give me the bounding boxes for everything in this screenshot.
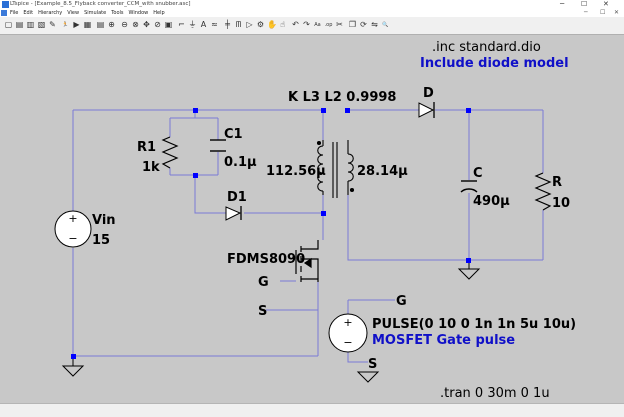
- toolbar: ▢ ▤ ▥ ▧ ✎ 🏃 ▶ ▦ ▤ ⊕ ⊖ ⊗ ✥ ⊘ ▣ ⌐ ⏚ A ≈ ╪ ᗰ ▷ ⚙ ✋ ☝ ↶ ↷ Aa .op ✂ ❐ ⟳ ⇋ 🔍: [0, 17, 624, 35]
- redo-icon[interactable]: ↷: [302, 20, 311, 30]
- save-icon[interactable]: ▤: [15, 20, 24, 30]
- pan-icon[interactable]: ✥: [142, 20, 151, 30]
- zoom-in-icon[interactable]: ⊕: [107, 20, 116, 30]
- diode-icon[interactable]: ▷: [245, 20, 254, 30]
- r-name: R: [552, 175, 562, 190]
- pulse-source-label: S: [368, 357, 377, 372]
- zoom-out-icon[interactable]: ⊖: [120, 20, 129, 30]
- resistor-icon[interactable]: ≈: [210, 20, 219, 30]
- component-icon[interactable]: ⚙: [256, 20, 265, 30]
- minimize-button[interactable]: ─: [560, 0, 564, 9]
- mosfet-gate-label: G: [258, 275, 269, 290]
- plot-settings-icon[interactable]: ▧: [37, 20, 46, 30]
- cascade-icon[interactable]: ▤: [96, 20, 105, 30]
- inductor-icon[interactable]: ᗰ: [234, 20, 243, 30]
- menu-view[interactable]: View: [67, 9, 79, 17]
- c-name: C: [473, 166, 483, 181]
- tile-icon[interactable]: ▦: [83, 20, 92, 30]
- menu-tools[interactable]: Tools: [111, 9, 123, 17]
- c-value: 490µ: [473, 194, 510, 209]
- app-icon: [2, 1, 9, 8]
- menu-window[interactable]: Window: [129, 9, 149, 17]
- menu-hierarchy[interactable]: Hierarchy: [38, 9, 62, 17]
- schematic-svg[interactable]: + − + − .inc standard.dio Include diode …: [0, 35, 624, 403]
- c1-value: 0.1µ: [224, 155, 257, 170]
- pulse-value: PULSE(0 10 0 1n 1n 5u 10u): [372, 317, 576, 332]
- window-title: LTspice - [Example_8.5_Flyback converter…: [10, 1, 191, 7]
- doc-maximize-button[interactable]: ☐: [600, 9, 605, 17]
- svg-text:+: +: [68, 212, 77, 225]
- voltage-source-vin[interactable]: + −: [54, 210, 92, 248]
- control-panel-icon[interactable]: ✎: [48, 20, 57, 30]
- menu-file[interactable]: File: [10, 9, 18, 17]
- diode-d1[interactable]: [225, 206, 242, 221]
- r1-name: R1: [137, 140, 156, 155]
- close-button[interactable]: ✕: [603, 0, 609, 9]
- directive-inc[interactable]: .inc standard.dio: [432, 40, 541, 55]
- wire-icon[interactable]: ⌐: [177, 20, 186, 30]
- d-name: D: [423, 86, 434, 101]
- schematic-canvas[interactable]: + − + − .inc standard.dio Include diode …: [0, 35, 624, 403]
- move-icon[interactable]: ✋: [267, 20, 277, 30]
- diode-d[interactable]: [418, 102, 435, 118]
- resistor-r[interactable]: [534, 172, 552, 211]
- pulse-gate-label: G: [396, 294, 407, 309]
- maximize-button[interactable]: ☐: [581, 0, 587, 9]
- spice-directive-icon[interactable]: .op: [324, 20, 333, 30]
- l-primary-value: 112.56µ: [266, 164, 326, 179]
- r1-value: 1k: [142, 160, 160, 175]
- delete-icon[interactable]: ✂: [335, 20, 344, 30]
- zoom-area-icon[interactable]: ⊘: [153, 20, 162, 30]
- coupling-directive[interactable]: K L3 L2 0.9998: [288, 90, 396, 105]
- d1-name: D1: [227, 190, 247, 205]
- autorange-icon[interactable]: ▣: [164, 20, 173, 30]
- svg-text:+: +: [343, 316, 352, 329]
- open-icon[interactable]: ▢: [4, 20, 13, 30]
- title-bar: LTspice - [Example_8.5_Flyback converter…: [0, 0, 624, 9]
- find-icon[interactable]: 🔍: [381, 20, 390, 30]
- halt-icon[interactable]: ▶: [72, 20, 81, 30]
- voltage-source-pulse[interactable]: + −: [328, 313, 368, 353]
- mirror-icon[interactable]: ⇋: [370, 20, 379, 30]
- ground-icon[interactable]: ⏚: [188, 20, 197, 30]
- drag-icon[interactable]: ☝: [278, 20, 287, 30]
- doc-minimize-button[interactable]: ─: [584, 9, 588, 17]
- menu-bar: File Edit Hierarchy View Simulate Tools …: [0, 9, 624, 17]
- tran-directive[interactable]: .tran 0 30m 0 1u: [440, 386, 550, 401]
- undo-icon[interactable]: ↶: [291, 20, 300, 30]
- svg-text:−: −: [68, 232, 77, 245]
- mosfet-source-label: S: [258, 304, 267, 319]
- capacitor-c[interactable]: [460, 180, 478, 193]
- menu-edit[interactable]: Edit: [23, 9, 33, 17]
- status-bar: [0, 403, 624, 417]
- comment-gate-pulse[interactable]: MOSFET Gate pulse: [372, 333, 515, 348]
- vin-name: Vin: [92, 213, 116, 228]
- doc-close-button[interactable]: ✕: [614, 9, 619, 17]
- rotate-icon[interactable]: ⟳: [359, 20, 368, 30]
- print-icon[interactable]: ▥: [26, 20, 35, 30]
- menu-help[interactable]: Help: [153, 9, 164, 17]
- capacitor-icon[interactable]: ╪: [223, 20, 232, 30]
- l-secondary-value: 28.14µ: [357, 164, 408, 179]
- duplicate-icon[interactable]: ❐: [348, 20, 357, 30]
- svg-text:−: −: [343, 336, 352, 349]
- resistor-r1[interactable]: [161, 136, 179, 169]
- document-icon[interactable]: [1, 10, 7, 16]
- comment-include-diode[interactable]: Include diode model: [420, 56, 569, 71]
- label-icon[interactable]: A: [199, 20, 208, 30]
- menu-simulate[interactable]: Simulate: [84, 9, 106, 17]
- vin-value: 15: [92, 233, 110, 248]
- run-icon[interactable]: 🏃: [61, 20, 70, 30]
- mosfet-name: FDMS8090: [227, 252, 305, 267]
- text-icon[interactable]: Aa: [313, 20, 322, 30]
- r-value: 10: [552, 196, 570, 211]
- c1-name: C1: [224, 127, 243, 142]
- zoom-fit-icon[interactable]: ⊗: [131, 20, 140, 30]
